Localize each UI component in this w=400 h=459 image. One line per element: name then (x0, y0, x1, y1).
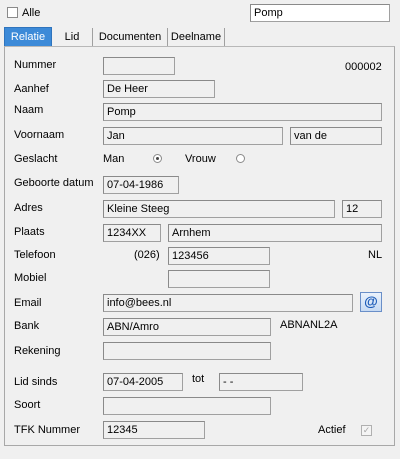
tab-deelname[interactable]: Deelname (167, 28, 225, 46)
nummer-display: 000002 (345, 61, 382, 73)
email-at-icon[interactable]: @ (360, 292, 382, 312)
aanhef-field[interactable]: De Heer (103, 80, 215, 98)
geboortedatum-field[interactable]: 07-04-1986 (103, 176, 179, 194)
alle-label: Alle (22, 7, 41, 19)
soort-label: Soort (14, 399, 41, 411)
telefoon-label: Telefoon (14, 249, 56, 261)
tab-lid[interactable]: Lid (54, 28, 90, 46)
tot-field[interactable]: - - (219, 373, 303, 391)
naam-label: Naam (14, 104, 44, 116)
tfk-label: TFK Nummer (14, 424, 80, 436)
lid-sinds-label: Lid sinds (14, 376, 58, 388)
man-label: Man (103, 153, 125, 165)
alle-checkbox[interactable] (7, 7, 18, 18)
soort-field[interactable] (103, 397, 271, 415)
city-field[interactable]: Arnhem (168, 224, 382, 242)
plaats-label: Plaats (14, 226, 45, 238)
search-input[interactable]: Pomp (250, 4, 390, 22)
tab-relatie[interactable]: Relatie (4, 27, 52, 47)
geboortedatum-label: Geboorte datum (14, 177, 94, 189)
email-label: Email (14, 297, 42, 309)
vrouw-radio[interactable] (236, 154, 245, 163)
lid-sinds-field[interactable]: 07-04-2005 (103, 373, 183, 391)
tfk-field[interactable]: 12345 (103, 421, 205, 439)
naam-field[interactable]: Pomp (103, 103, 382, 121)
actief-label: Actief (318, 424, 346, 436)
mobiel-field[interactable] (168, 270, 270, 288)
telefoon-area: (026) (134, 249, 160, 261)
tot-label: tot (192, 373, 205, 385)
email-field[interactable]: info@bees.nl (103, 294, 353, 312)
mobiel-label: Mobiel (14, 272, 47, 284)
rekening-field[interactable] (103, 342, 271, 360)
vrouw-label: Vrouw (185, 153, 216, 165)
nummer-label: Nummer (14, 59, 57, 71)
man-radio[interactable] (153, 154, 162, 163)
rekening-label: Rekening (14, 345, 61, 357)
telefoon-field[interactable]: 123456 (168, 247, 270, 265)
voornaam-field[interactable]: Jan (103, 127, 283, 145)
bank-bic: ABNANL2A (280, 319, 338, 331)
aanhef-label: Aanhef (14, 83, 49, 95)
bank-field[interactable]: ABN/Amro (103, 318, 271, 336)
postcode-field[interactable]: 1234XX (103, 224, 161, 242)
adres-street-field[interactable]: Kleine Steeg (103, 200, 335, 218)
voornaam-label: Voornaam (14, 129, 65, 141)
tab-documenten[interactable]: Documenten (92, 28, 167, 46)
tussenvoegsel-field[interactable]: van de (290, 127, 382, 145)
adres-label: Adres (14, 202, 43, 214)
nummer-field[interactable] (103, 57, 175, 75)
bank-label: Bank (14, 320, 40, 332)
adres-number-field[interactable]: 12 (342, 200, 382, 218)
actief-checkbox[interactable]: ✓ (361, 425, 372, 436)
geslacht-label: Geslacht (14, 153, 58, 165)
telefoon-country: NL (368, 249, 383, 261)
